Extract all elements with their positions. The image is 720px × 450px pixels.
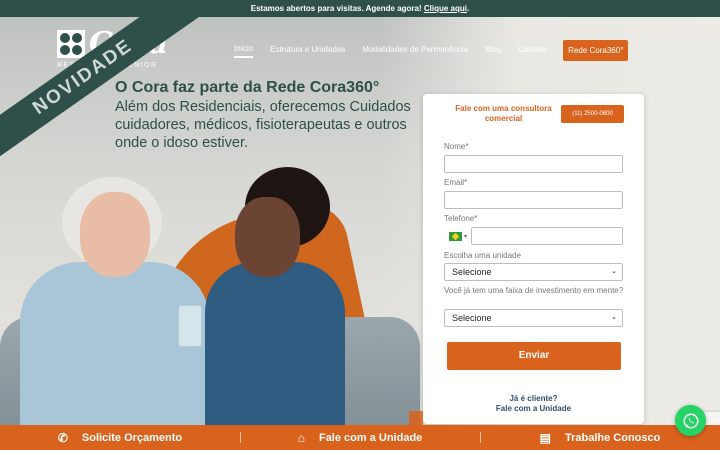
- hero-text-line: Além dos Residenciais, oferecemos Cuidad…: [115, 99, 411, 115]
- chevron-down-icon: ⌄: [611, 268, 617, 275]
- unit-select-value: Selecione: [452, 267, 492, 277]
- nav-item-estrutura[interactable]: Estrutura e Unidades: [270, 45, 345, 57]
- decorative-logo-icon: [409, 411, 423, 425]
- hero-text-line: onde o idoso estiver.: [115, 135, 249, 151]
- nav-item-inicio[interactable]: Início: [234, 44, 254, 58]
- hero-elderly-woman-body: [20, 262, 210, 450]
- country-code-selector[interactable]: ▾: [444, 227, 470, 245]
- hero-headline: O Cora faz parte da Rede Cora360° Além d…: [115, 79, 425, 152]
- chevron-down-icon: ⌄: [611, 314, 617, 321]
- phone-label: Telefone*: [444, 214, 478, 223]
- client-question: Já é cliente?: [509, 394, 558, 403]
- name-label: Nome*: [444, 142, 469, 151]
- bottom-item-label: Solicite Orçamento: [81, 431, 183, 444]
- nav-item-modalidades[interactable]: Modalidades de Permanência: [362, 45, 468, 57]
- nav-item-contato[interactable]: Contato: [518, 45, 546, 57]
- whatsapp-button[interactable]: [675, 405, 706, 436]
- announcement-bar: Estamos abertos para visitas. Agende ago…: [0, 0, 720, 17]
- bottom-item-label: Trabalhe Conosco: [564, 431, 661, 444]
- investment-select[interactable]: Selecione ⌄: [444, 309, 623, 327]
- nav-item-blog[interactable]: Blog: [485, 45, 501, 57]
- hero-title: O Cora faz parte da Rede Cora360°: [115, 79, 380, 96]
- phone-input[interactable]: [471, 227, 623, 245]
- hero-caregiver-face: [235, 197, 300, 277]
- nav-cta-rede-cora360[interactable]: Rede Cora360°: [563, 40, 629, 61]
- id-card-icon: ▤: [539, 430, 551, 445]
- unit-label: Escolha uma unidade: [444, 251, 521, 260]
- contact-form-card: Fale com uma consultora comercial (11) 2…: [423, 94, 644, 424]
- name-input[interactable]: [444, 155, 623, 173]
- announcement-link[interactable]: Clique aqui: [424, 4, 467, 13]
- bottom-solicite-orcamento[interactable]: ✆ Solicite Orçamento: [0, 425, 240, 450]
- main-nav: Início Estrutura e Unidades Modalidades …: [234, 40, 629, 61]
- hero-caregiver-body: [205, 262, 345, 450]
- submit-button[interactable]: Enviar: [447, 342, 621, 370]
- unit-select[interactable]: Selecione ⌄: [444, 263, 623, 281]
- hero-elderly-woman-face: [80, 192, 150, 277]
- email-label: Email*: [444, 178, 468, 187]
- investment-select-value: Selecione: [452, 313, 492, 323]
- investment-label: Você já tem uma faixa de investimento em…: [444, 286, 624, 295]
- hero-text-line: cuidadores, médicos, fisioterapeutas e o…: [115, 117, 407, 133]
- home-icon: ⌂: [297, 430, 305, 445]
- chevron-down-icon: ▾: [464, 233, 468, 240]
- bottom-action-bar: ✆ Solicite Orçamento ⌂ Fale com a Unidad…: [0, 425, 720, 450]
- existing-client-link[interactable]: Já é cliente? Fale com a Unidade: [423, 394, 644, 414]
- whatsapp-icon: [683, 413, 698, 428]
- logo-mark-icon: [57, 30, 85, 58]
- form-title: Fale com uma consultora comercial: [455, 104, 552, 123]
- bottom-item-label: Fale com a Unidade: [318, 431, 423, 444]
- email-input[interactable]: [444, 191, 623, 209]
- announcement-text: Estamos abertos para visitas. Agende ago…: [250, 4, 422, 13]
- phone-number-button[interactable]: (11) 2500-0800: [561, 105, 624, 123]
- brazil-flag-icon: [449, 231, 462, 241]
- hero-water-glass: [178, 305, 202, 347]
- client-link-text: Fale com a Unidade: [495, 404, 572, 413]
- phone-icon: ✆: [57, 430, 68, 445]
- bottom-fale-unidade[interactable]: ⌂ Fale com a Unidade: [240, 425, 480, 450]
